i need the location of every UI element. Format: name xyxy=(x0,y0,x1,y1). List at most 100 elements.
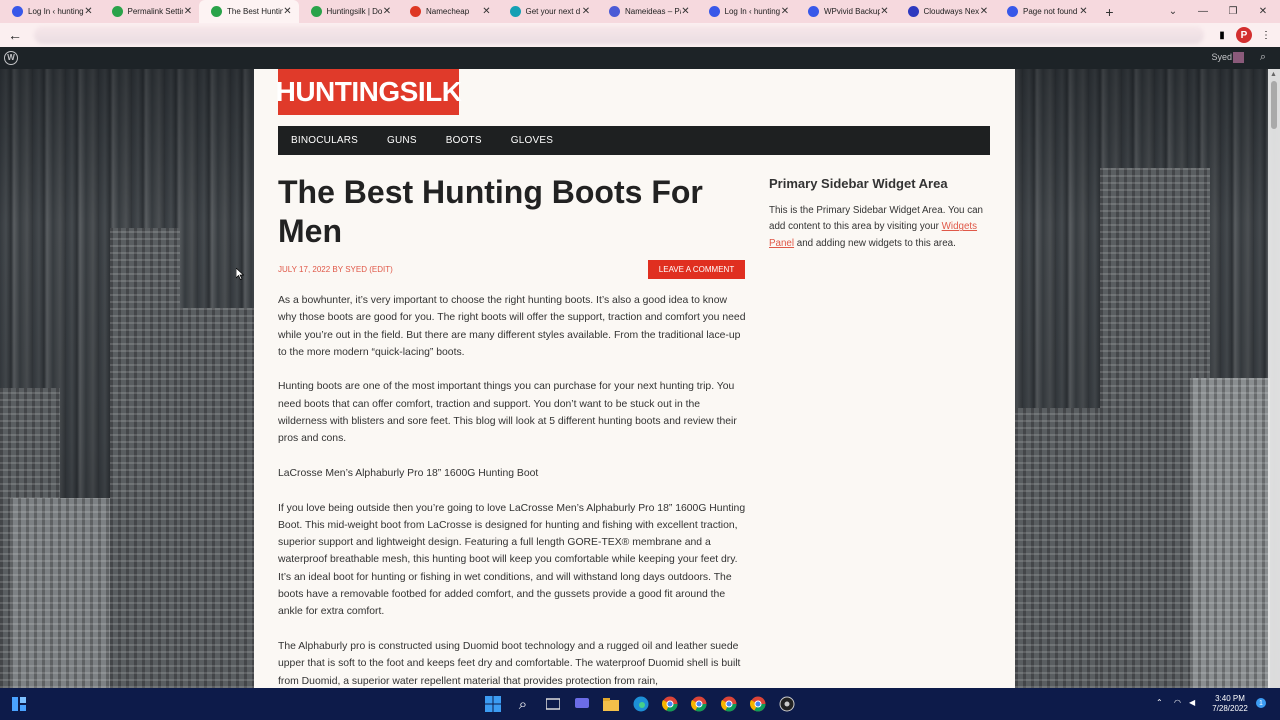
nav-item-gloves[interactable]: GLOVES xyxy=(511,135,553,146)
task-view-icon[interactable] xyxy=(544,695,562,713)
volume-icon[interactable]: ◀ xyxy=(1189,698,1195,707)
browser-tab[interactable]: Log In ‹ huntingsi ✕ xyxy=(697,0,797,23)
namecheap-icon xyxy=(410,6,421,17)
wordpress-logo-icon[interactable]: W xyxy=(4,51,18,65)
clock-time: 3:40 PM xyxy=(1215,694,1245,703)
post-paragraph: The Alphaburly pro is constructed using … xyxy=(278,640,741,687)
nameideas-icon xyxy=(609,6,620,17)
tab-title: Page not found xyxy=(1023,7,1078,16)
post-date[interactable]: JULY 17, 2022 xyxy=(278,265,330,274)
tab-title: Log In ‹ huntingsi xyxy=(28,7,84,16)
browser-tab[interactable]: Get your next d ✕ xyxy=(498,0,598,23)
post-meta: JULY 17, 2022 BY SYED (EDIT) xyxy=(278,265,393,274)
tab-title: Cloudways Next xyxy=(923,7,980,16)
tab-title: The Best Hunting B xyxy=(227,7,283,16)
site-logo[interactable]: HUNTINGSILK xyxy=(276,69,462,115)
tab-close-icon[interactable]: ✕ xyxy=(84,6,94,17)
tab-title: Namecheap xyxy=(426,7,470,16)
browser-tab[interactable]: Nameideas – Pa ✕ xyxy=(597,0,697,23)
admin-user-name[interactable]: Syed xyxy=(1211,52,1232,62)
wordpress-icon xyxy=(12,6,23,17)
post-paragraph: Hunting boots are one of the most import… xyxy=(278,381,737,445)
widget-title: Primary Sidebar Widget Area xyxy=(769,176,948,191)
edge-icon[interactable] xyxy=(632,695,650,713)
clock-date: 7/28/2022 xyxy=(1212,704,1248,713)
widget-text-after: and adding new widgets to this area. xyxy=(794,237,956,249)
tab-search-icon[interactable]: ⌄ xyxy=(1158,0,1188,23)
wordpress-icon xyxy=(1007,6,1018,17)
scroll-up-arrow-icon[interactable]: ▲ xyxy=(1270,71,1277,78)
tab-close-icon[interactable]: ✕ xyxy=(581,6,591,17)
wordpress-icon xyxy=(708,6,720,17)
tab-close-icon[interactable]: ✕ xyxy=(880,6,890,17)
browser-tab[interactable]: Huntingsilk | Doc ✕ xyxy=(299,0,399,23)
tab-close-icon[interactable]: ✕ xyxy=(780,6,790,17)
browser-tab[interactable]: Log In ‹ huntingsi ✕ xyxy=(0,0,100,23)
close-window-icon[interactable]: ✕ xyxy=(1248,0,1278,23)
primary-nav: BINOCULARS GUNS BOOTS GLOVES xyxy=(278,126,990,155)
back-arrow-icon[interactable]: ← xyxy=(6,26,24,44)
chrome-profile-icon[interactable] xyxy=(749,695,767,713)
minimize-icon[interactable]: — xyxy=(1188,0,1218,23)
post-title: The Best Hunting Boots For Men xyxy=(278,174,703,249)
tab-title: Permalink Settings xyxy=(127,7,184,16)
post-paragraph: LaCrosse Men’s Alphaburly Pro 18” 1600G … xyxy=(278,467,539,479)
nav-item-guns[interactable]: GUNS xyxy=(387,135,417,146)
windows-taskbar: ⌕ ⌃ ◠ ◀ 3:40 PM 7/28/2022 1 xyxy=(0,688,1280,720)
background-building xyxy=(110,228,180,688)
tab-close-icon[interactable]: ✕ xyxy=(183,6,193,17)
search-icon[interactable]: ⌕ xyxy=(514,695,532,713)
chrome-profile-icon[interactable] xyxy=(720,695,738,713)
sidepanel-icon[interactable]: ▮ xyxy=(1214,27,1230,43)
post-paragraph: As a bowhunter, it’s very important to c… xyxy=(278,295,746,358)
admin-search-icon[interactable]: ⌕ xyxy=(1260,51,1266,64)
tab-title: WPvivid Backup xyxy=(824,7,880,16)
chrome-profile-icon[interactable] xyxy=(690,695,708,713)
browser-tab[interactable]: Namecheap ✕ xyxy=(398,0,498,23)
tab-title: Get your next d xyxy=(525,7,581,16)
restore-icon[interactable]: ❐ xyxy=(1218,0,1248,23)
tray-chevron-icon[interactable]: ⌃ xyxy=(1156,698,1163,707)
scrollbar-thumb[interactable] xyxy=(1271,81,1277,129)
background-building xyxy=(1190,378,1270,688)
tab-close-icon[interactable]: ✕ xyxy=(382,6,392,17)
browser-tab[interactable]: The Best Hunting B✕ xyxy=(199,0,299,23)
browser-tab[interactable]: WPvivid Backup ✕ xyxy=(796,0,896,23)
wordpress-icon xyxy=(808,6,819,17)
taskbar-clock[interactable]: 3:40 PM 7/28/2022 xyxy=(1204,694,1256,714)
windows-start-icon[interactable] xyxy=(484,695,502,713)
leave-comment-button[interactable]: LEAVE A COMMENT xyxy=(648,260,745,279)
post-by-label: BY xyxy=(332,265,343,274)
tab-close-icon[interactable]: ✕ xyxy=(1079,6,1089,17)
browser-tab[interactable]: Permalink Settings✕ xyxy=(100,0,200,23)
nav-item-boots[interactable]: BOOTS xyxy=(446,135,482,146)
new-tab-icon[interactable]: + xyxy=(1099,4,1121,20)
globe-icon xyxy=(509,6,521,17)
chat-icon[interactable] xyxy=(573,695,591,713)
notification-icon[interactable]: 1 xyxy=(1256,698,1266,708)
profile-avatar[interactable]: P xyxy=(1236,27,1252,43)
chrome-icon[interactable] xyxy=(661,695,679,713)
browser-tab[interactable]: Page not found ✕ xyxy=(995,0,1095,23)
browser-tab[interactable]: Cloudways Next ✕ xyxy=(896,0,996,23)
tab-title: Nameideas – Pa xyxy=(625,7,681,16)
post-author[interactable]: SYED xyxy=(345,265,367,274)
address-bar[interactable] xyxy=(34,26,1204,44)
tab-close-icon[interactable]: ✕ xyxy=(482,6,492,17)
page-scrollbar[interactable]: ▲ xyxy=(1268,69,1280,688)
wifi-icon[interactable]: ◠ xyxy=(1174,698,1181,707)
tab-close-icon[interactable]: ✕ xyxy=(681,6,691,17)
post-edit-link[interactable]: (EDIT) xyxy=(369,265,393,274)
menu-kebab-icon[interactable]: ⋮ xyxy=(1258,27,1274,43)
tab-close-icon[interactable]: ✕ xyxy=(979,6,989,17)
tab-close-icon[interactable]: ✕ xyxy=(283,6,293,17)
widgets-icon[interactable] xyxy=(10,695,28,713)
tab-title: Log In ‹ huntingsi xyxy=(724,7,781,16)
tab-title: Huntingsilk | Doc xyxy=(326,7,383,16)
obs-icon[interactable] xyxy=(778,695,796,713)
nav-item-binoculars[interactable]: BINOCULARS xyxy=(291,135,358,146)
post-paragraph: If you love being outside then you’re go… xyxy=(278,502,746,618)
file-explorer-icon[interactable] xyxy=(602,695,620,713)
post-content: As a bowhunter, it’s very important to c… xyxy=(278,292,748,688)
admin-avatar[interactable] xyxy=(1233,52,1244,63)
